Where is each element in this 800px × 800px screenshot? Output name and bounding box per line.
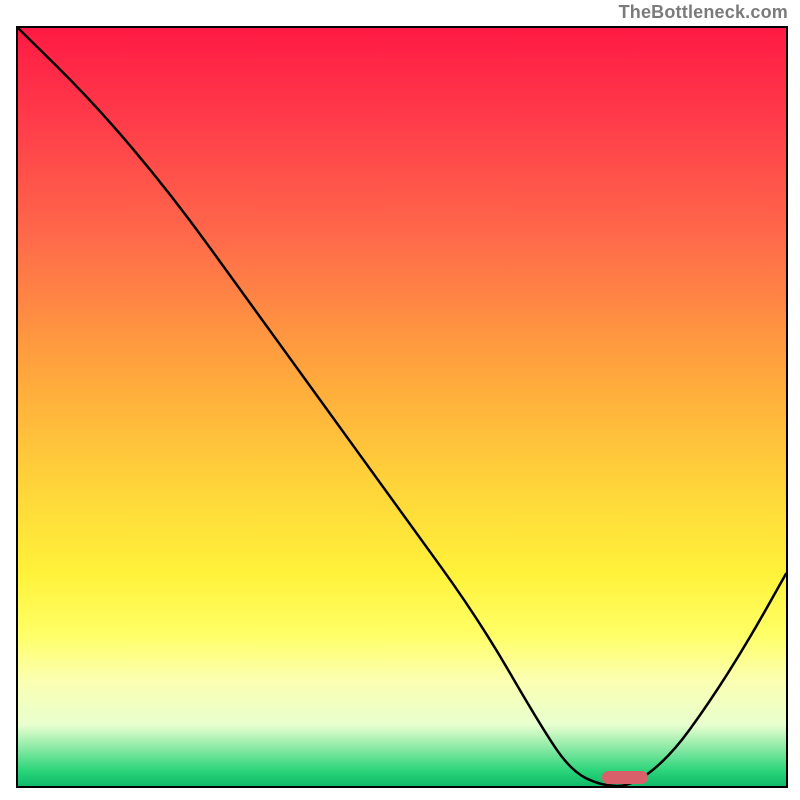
minimum-marker [602, 771, 648, 784]
bottleneck-curve-path [18, 28, 786, 786]
watermark-text: TheBottleneck.com [619, 2, 788, 23]
chart-curve-svg [18, 28, 786, 786]
chart-plot-area [18, 28, 786, 786]
chart-frame [16, 26, 788, 788]
